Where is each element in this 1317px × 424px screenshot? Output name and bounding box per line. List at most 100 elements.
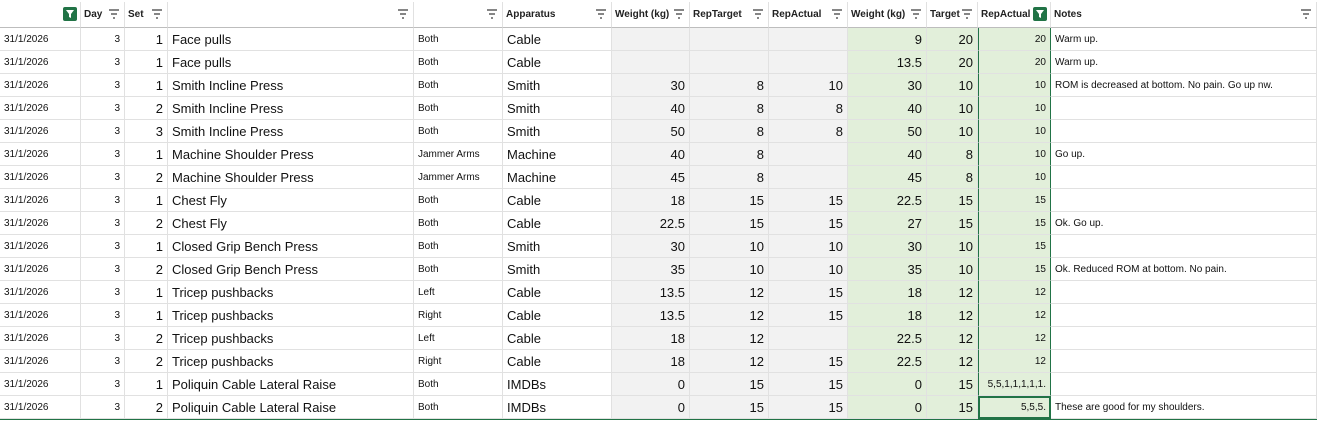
- cell-target[interactable]: 15: [927, 396, 978, 419]
- cell-date[interactable]: 31/1/2026: [0, 373, 81, 396]
- cell-rep-actual[interactable]: 10: [769, 258, 848, 281]
- filter-icon[interactable]: [485, 7, 499, 21]
- filter-icon[interactable]: [396, 7, 410, 21]
- cell-apparatus[interactable]: Machine: [503, 143, 612, 166]
- cell-target[interactable]: 12: [927, 350, 978, 373]
- cell-rep-actual-2[interactable]: 10: [978, 143, 1051, 166]
- cell-side[interactable]: Both: [414, 28, 503, 51]
- cell-exercise[interactable]: Smith Incline Press: [168, 97, 414, 120]
- cell-exercise[interactable]: Face pulls: [168, 51, 414, 74]
- cell-notes[interactable]: [1051, 189, 1317, 212]
- cell-day[interactable]: 3: [81, 396, 125, 419]
- filter-active-icon[interactable]: [63, 7, 77, 21]
- cell-date[interactable]: 31/1/2026: [0, 304, 81, 327]
- cell-side[interactable]: Jammer Arms: [414, 166, 503, 189]
- cell-target[interactable]: 8: [927, 166, 978, 189]
- cell-set[interactable]: 2: [125, 97, 168, 120]
- filter-icon[interactable]: [751, 7, 765, 21]
- cell-weight-kg-2[interactable]: 40: [848, 97, 927, 120]
- cell-apparatus[interactable]: Smith: [503, 235, 612, 258]
- cell-weight-kg[interactable]: 50: [612, 120, 690, 143]
- cell-target[interactable]: 8: [927, 143, 978, 166]
- cell-date[interactable]: 31/1/2026: [0, 258, 81, 281]
- cell-apparatus[interactable]: Smith: [503, 74, 612, 97]
- cell-target[interactable]: 12: [927, 281, 978, 304]
- cell-rep-target[interactable]: 8: [690, 120, 769, 143]
- cell-date[interactable]: 31/1/2026: [0, 97, 81, 120]
- cell-rep-actual-2[interactable]: 10: [978, 166, 1051, 189]
- cell-day[interactable]: 3: [81, 373, 125, 396]
- cell-rep-target[interactable]: [690, 28, 769, 51]
- cell-rep-actual-2[interactable]: 5,5,1,1,1,1,1.: [978, 373, 1051, 396]
- cell-rep-actual-2[interactable]: 10: [978, 120, 1051, 143]
- cell-date[interactable]: 31/1/2026: [0, 120, 81, 143]
- cell-set[interactable]: 1: [125, 304, 168, 327]
- cell-set[interactable]: 1: [125, 51, 168, 74]
- filter-icon[interactable]: [107, 7, 121, 21]
- cell-side[interactable]: Both: [414, 189, 503, 212]
- cell-apparatus[interactable]: Smith: [503, 97, 612, 120]
- cell-set[interactable]: 2: [125, 396, 168, 419]
- filter-icon[interactable]: [960, 7, 974, 21]
- cell-weight-kg-2[interactable]: 0: [848, 373, 927, 396]
- cell-exercise[interactable]: Tricep pushbacks: [168, 350, 414, 373]
- cell-rep-target[interactable]: 15: [690, 189, 769, 212]
- cell-exercise[interactable]: Closed Grip Bench Press: [168, 235, 414, 258]
- header-set[interactable]: Set: [125, 2, 168, 28]
- cell-set[interactable]: 1: [125, 74, 168, 97]
- cell-day[interactable]: 3: [81, 350, 125, 373]
- cell-weight-kg-2[interactable]: 50: [848, 120, 927, 143]
- cell-notes[interactable]: Go up.: [1051, 143, 1317, 166]
- cell-notes[interactable]: [1051, 235, 1317, 258]
- cell-weight-kg-2[interactable]: 27: [848, 212, 927, 235]
- cell-rep-actual-2[interactable]: 15: [978, 212, 1051, 235]
- cell-weight-kg-2[interactable]: 18: [848, 281, 927, 304]
- cell-exercise[interactable]: Smith Incline Press: [168, 120, 414, 143]
- filter-icon[interactable]: [150, 7, 164, 21]
- cell-rep-actual[interactable]: [769, 51, 848, 74]
- cell-rep-actual-2[interactable]: 12: [978, 304, 1051, 327]
- cell-rep-actual[interactable]: 15: [769, 304, 848, 327]
- cell-weight-kg[interactable]: 13.5: [612, 281, 690, 304]
- cell-rep-actual[interactable]: [769, 327, 848, 350]
- cell-rep-target[interactable]: 8: [690, 143, 769, 166]
- cell-side[interactable]: Jammer Arms: [414, 143, 503, 166]
- cell-rep-target[interactable]: 12: [690, 327, 769, 350]
- cell-weight-kg[interactable]: 35: [612, 258, 690, 281]
- cell-notes[interactable]: [1051, 166, 1317, 189]
- cell-set[interactable]: 1: [125, 281, 168, 304]
- cell-weight-kg-2[interactable]: 9: [848, 28, 927, 51]
- cell-set[interactable]: 3: [125, 120, 168, 143]
- cell-weight-kg-2[interactable]: 0: [848, 396, 927, 419]
- cell-weight-kg[interactable]: 18: [612, 189, 690, 212]
- cell-notes[interactable]: [1051, 350, 1317, 373]
- cell-notes[interactable]: Warm up.: [1051, 51, 1317, 74]
- cell-set[interactable]: 1: [125, 28, 168, 51]
- cell-apparatus[interactable]: IMDBs: [503, 396, 612, 419]
- cell-target[interactable]: 15: [927, 189, 978, 212]
- cell-set[interactable]: 2: [125, 258, 168, 281]
- cell-day[interactable]: 3: [81, 120, 125, 143]
- cell-weight-kg-2[interactable]: 22.5: [848, 350, 927, 373]
- cell-notes[interactable]: [1051, 327, 1317, 350]
- cell-weight-kg[interactable]: [612, 28, 690, 51]
- header-target[interactable]: Target: [927, 2, 978, 28]
- cell-rep-actual-2[interactable]: 12: [978, 327, 1051, 350]
- cell-side[interactable]: Right: [414, 304, 503, 327]
- header-side[interactable]: [414, 2, 503, 28]
- cell-exercise[interactable]: Tricep pushbacks: [168, 281, 414, 304]
- cell-rep-target[interactable]: 8: [690, 74, 769, 97]
- cell-rep-actual-2[interactable]: 12: [978, 350, 1051, 373]
- cell-day[interactable]: 3: [81, 258, 125, 281]
- cell-day[interactable]: 3: [81, 28, 125, 51]
- cell-date[interactable]: 31/1/2026: [0, 74, 81, 97]
- cell-set[interactable]: 1: [125, 143, 168, 166]
- cell-rep-actual[interactable]: 15: [769, 373, 848, 396]
- cell-day[interactable]: 3: [81, 327, 125, 350]
- cell-rep-target[interactable]: 8: [690, 166, 769, 189]
- cell-date[interactable]: 31/1/2026: [0, 189, 81, 212]
- cell-side[interactable]: Left: [414, 327, 503, 350]
- cell-notes[interactable]: These are good for my shoulders.: [1051, 396, 1317, 419]
- cell-day[interactable]: 3: [81, 189, 125, 212]
- header-rep-actual[interactable]: RepActual: [769, 2, 848, 28]
